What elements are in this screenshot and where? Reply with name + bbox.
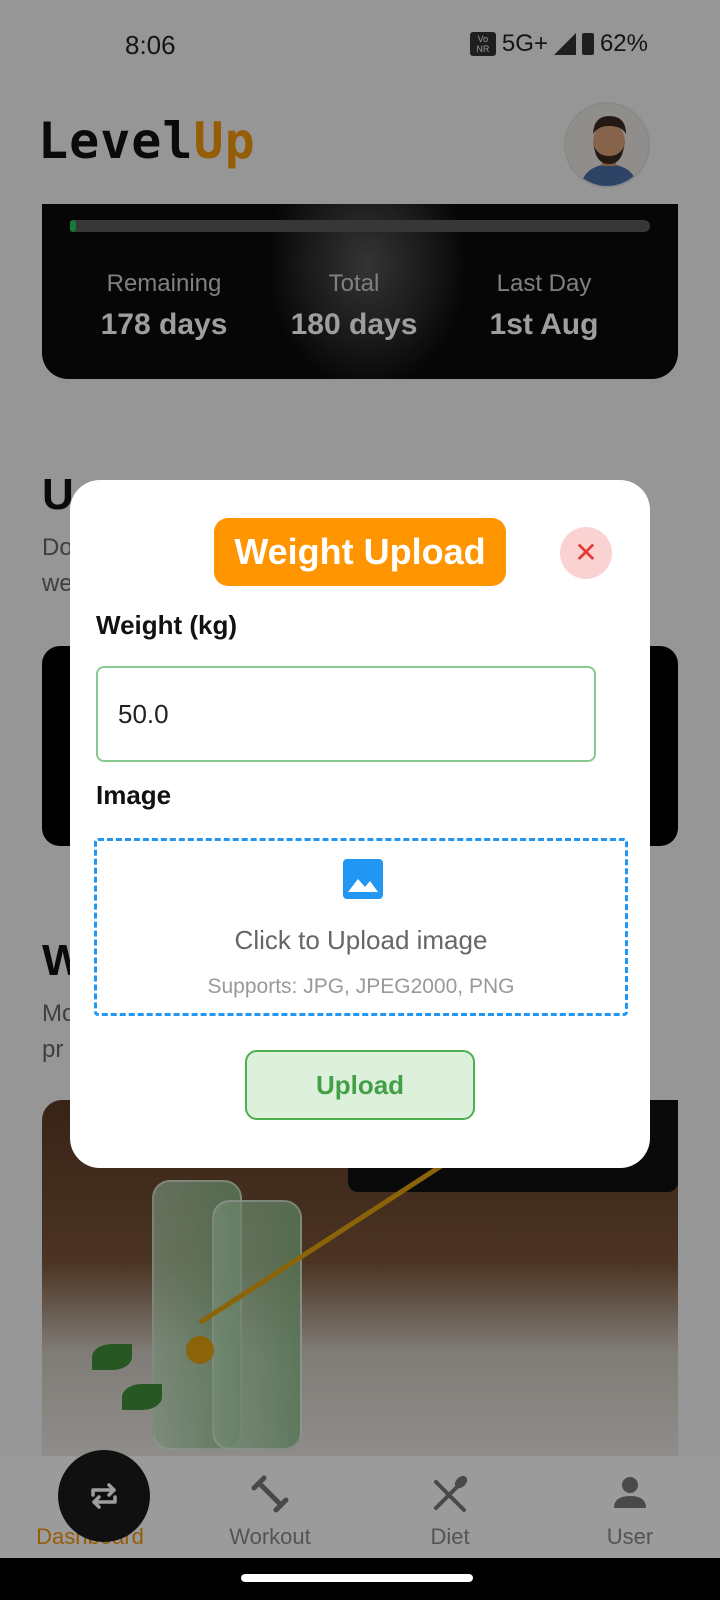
- dropzone-text: Click to Upload image: [234, 925, 488, 955]
- home-handle[interactable]: [241, 1574, 473, 1582]
- dropzone-hint: Supports: JPG, JPEG2000, PNG: [207, 975, 515, 998]
- image-icon: [343, 859, 383, 899]
- weight-input[interactable]: [96, 666, 596, 762]
- close-icon: ✕: [574, 537, 598, 568]
- image-dropzone[interactable]: Click to Upload image Supports: JPG, JPE…: [94, 838, 628, 1016]
- weight-label: Weight (kg): [96, 610, 238, 640]
- upload-button[interactable]: Upload: [245, 1050, 475, 1120]
- weight-upload-dialog: Weight Upload ✕ Weight (kg) Image Click …: [70, 480, 650, 1168]
- close-button[interactable]: ✕: [560, 527, 612, 579]
- image-label: Image: [96, 780, 172, 810]
- gesture-bar: [0, 1558, 720, 1600]
- dialog-title: Weight Upload: [214, 518, 506, 586]
